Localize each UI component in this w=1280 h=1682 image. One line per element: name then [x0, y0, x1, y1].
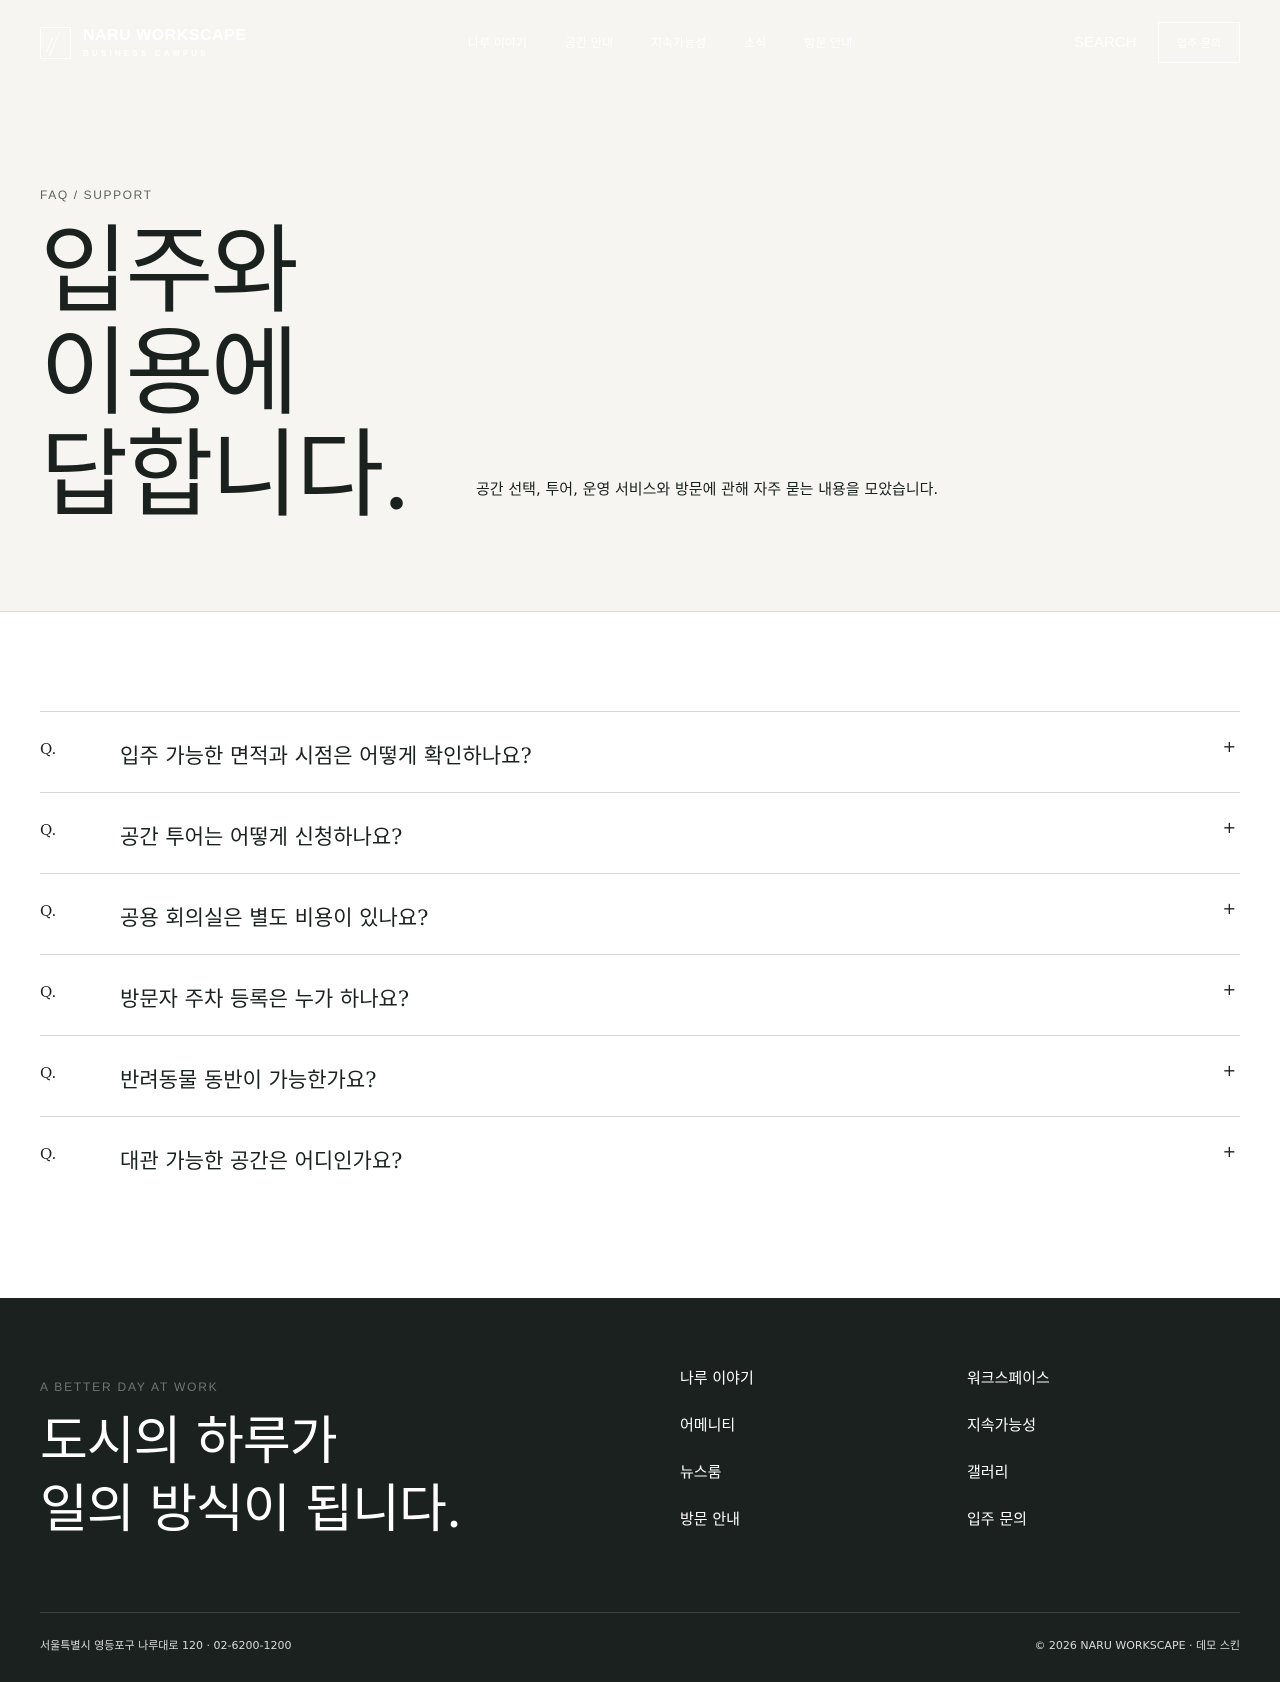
footer-link-about[interactable]: 나루 이야기: [680, 1368, 967, 1388]
hero-section: NARU WORKSCAPE BUSINESS CAMPUS 나루 이야기 공간…: [0, 0, 1280, 612]
expand-plus-icon[interactable]: +: [1223, 1061, 1236, 1080]
footer-title-line: 도시의 하루가: [40, 1412, 338, 1472]
footer-copyright: © 2026 NARU WORKSCAPE · 데모 스킨: [1034, 1639, 1240, 1652]
page-description: 공간 선택, 투어, 운영 서비스와 방문에 관해 자주 묻는 내용을 모았습니…: [476, 480, 939, 498]
faq-item[interactable]: Q. 공용 회의실은 별도 비용이 있나요? +: [40, 873, 1240, 954]
faq-question: 대관 가능한 공간은 어디인가요?: [120, 1149, 403, 1173]
faq-question: 반려동물 동반이 가능한가요?: [120, 1068, 377, 1092]
footer-link-workspace[interactable]: 워크스페이스: [967, 1368, 1240, 1388]
faq-q-marker: Q.: [40, 821, 57, 839]
search-button[interactable]: SEARCH: [1074, 33, 1137, 53]
faq-q-marker: Q.: [40, 1145, 57, 1163]
nav-item-visit[interactable]: 방문 안내: [804, 34, 852, 52]
faq-q-marker: Q.: [40, 902, 57, 920]
site-footer: A BETTER DAY AT WORK 도시의 하루가 일의 방식이 됩니다.…: [0, 1298, 1280, 1682]
page-eyebrow: FAQ / SUPPORT: [40, 188, 153, 202]
footer-address: 서울특별시 영등포구 나루대로 120 · 02-6200-1200: [40, 1639, 292, 1652]
page-title-line: 입주와: [40, 215, 299, 327]
footer-eyebrow: A BETTER DAY AT WORK: [40, 1380, 219, 1394]
expand-plus-icon[interactable]: +: [1223, 899, 1236, 918]
faq-q-marker: Q.: [40, 1064, 57, 1082]
footer-divider: [40, 1612, 1240, 1613]
expand-plus-icon[interactable]: +: [1223, 737, 1236, 756]
faq-list: Q. 입주 가능한 면적과 시점은 어떻게 확인하나요? + Q. 공간 투어는…: [40, 711, 1240, 1197]
faq-item[interactable]: Q. 반려동물 동반이 가능한가요? +: [40, 1035, 1240, 1116]
nav-item-about[interactable]: 나루 이야기: [468, 34, 527, 52]
faq-q-marker: Q.: [40, 740, 57, 758]
faq-item[interactable]: Q. 공간 투어는 어떻게 신청하나요? +: [40, 792, 1240, 873]
logo-subtitle: BUSINESS CAMPUS: [83, 49, 209, 58]
nav-item-news[interactable]: 소식: [744, 34, 766, 52]
site-logo[interactable]: NARU WORKSCAPE BUSINESS CAMPUS: [40, 27, 246, 59]
footer-link-inquiry[interactable]: 입주 문의: [967, 1509, 1240, 1529]
inquiry-button[interactable]: 입주 문의: [1158, 22, 1240, 63]
footer-link-amenities[interactable]: 어메니티: [680, 1415, 967, 1435]
faq-question: 공용 회의실은 별도 비용이 있나요?: [120, 906, 429, 930]
footer-nav: 나루 이야기 워크스페이스 어메니티 지속가능성 뉴스룸 갤러리 방문 안내 입…: [680, 1368, 1240, 1529]
page-title-line: 답합니다.: [40, 419, 412, 531]
page-title: 입주와 이용에 답합니다.: [40, 215, 412, 531]
faq-item[interactable]: Q. 방문자 주차 등록은 누가 하나요? +: [40, 954, 1240, 1035]
faq-question: 입주 가능한 면적과 시점은 어떻게 확인하나요?: [120, 744, 532, 768]
logo-name: NARU WORKSCAPE: [83, 27, 247, 44]
faq-item[interactable]: Q. 입주 가능한 면적과 시점은 어떻게 확인하나요? +: [40, 711, 1240, 792]
faq-question: 방문자 주차 등록은 누가 하나요?: [120, 987, 410, 1011]
expand-plus-icon[interactable]: +: [1223, 1142, 1236, 1161]
main-nav: 나루 이야기 공간 안내 지속가능성 소식 방문 안내: [468, 34, 852, 52]
faq-q-marker: Q.: [40, 983, 57, 1001]
site-header: NARU WORKSCAPE BUSINESS CAMPUS 나루 이야기 공간…: [0, 0, 1280, 88]
expand-plus-icon[interactable]: +: [1223, 980, 1236, 999]
footer-title-line: 일의 방식이 됩니다.: [40, 1480, 462, 1540]
footer-link-visit[interactable]: 방문 안내: [680, 1509, 967, 1529]
nav-item-spaces[interactable]: 공간 안내: [565, 34, 613, 52]
expand-plus-icon[interactable]: +: [1223, 818, 1236, 837]
logo-mark-icon: [40, 27, 71, 59]
nav-item-sustainability[interactable]: 지속가능성: [651, 34, 706, 52]
footer-link-newsroom[interactable]: 뉴스룸: [680, 1462, 967, 1482]
footer-link-sustainability[interactable]: 지속가능성: [967, 1415, 1240, 1435]
faq-question: 공간 투어는 어떻게 신청하나요?: [120, 825, 403, 849]
faq-item[interactable]: Q. 대관 가능한 공간은 어디인가요? +: [40, 1116, 1240, 1197]
footer-link-gallery[interactable]: 갤러리: [967, 1462, 1240, 1482]
logo-text: NARU WORKSCAPE BUSINESS CAMPUS: [83, 27, 246, 58]
page-title-line: 이용에: [40, 317, 299, 429]
footer-title: 도시의 하루가 일의 방식이 됩니다.: [40, 1408, 462, 1544]
